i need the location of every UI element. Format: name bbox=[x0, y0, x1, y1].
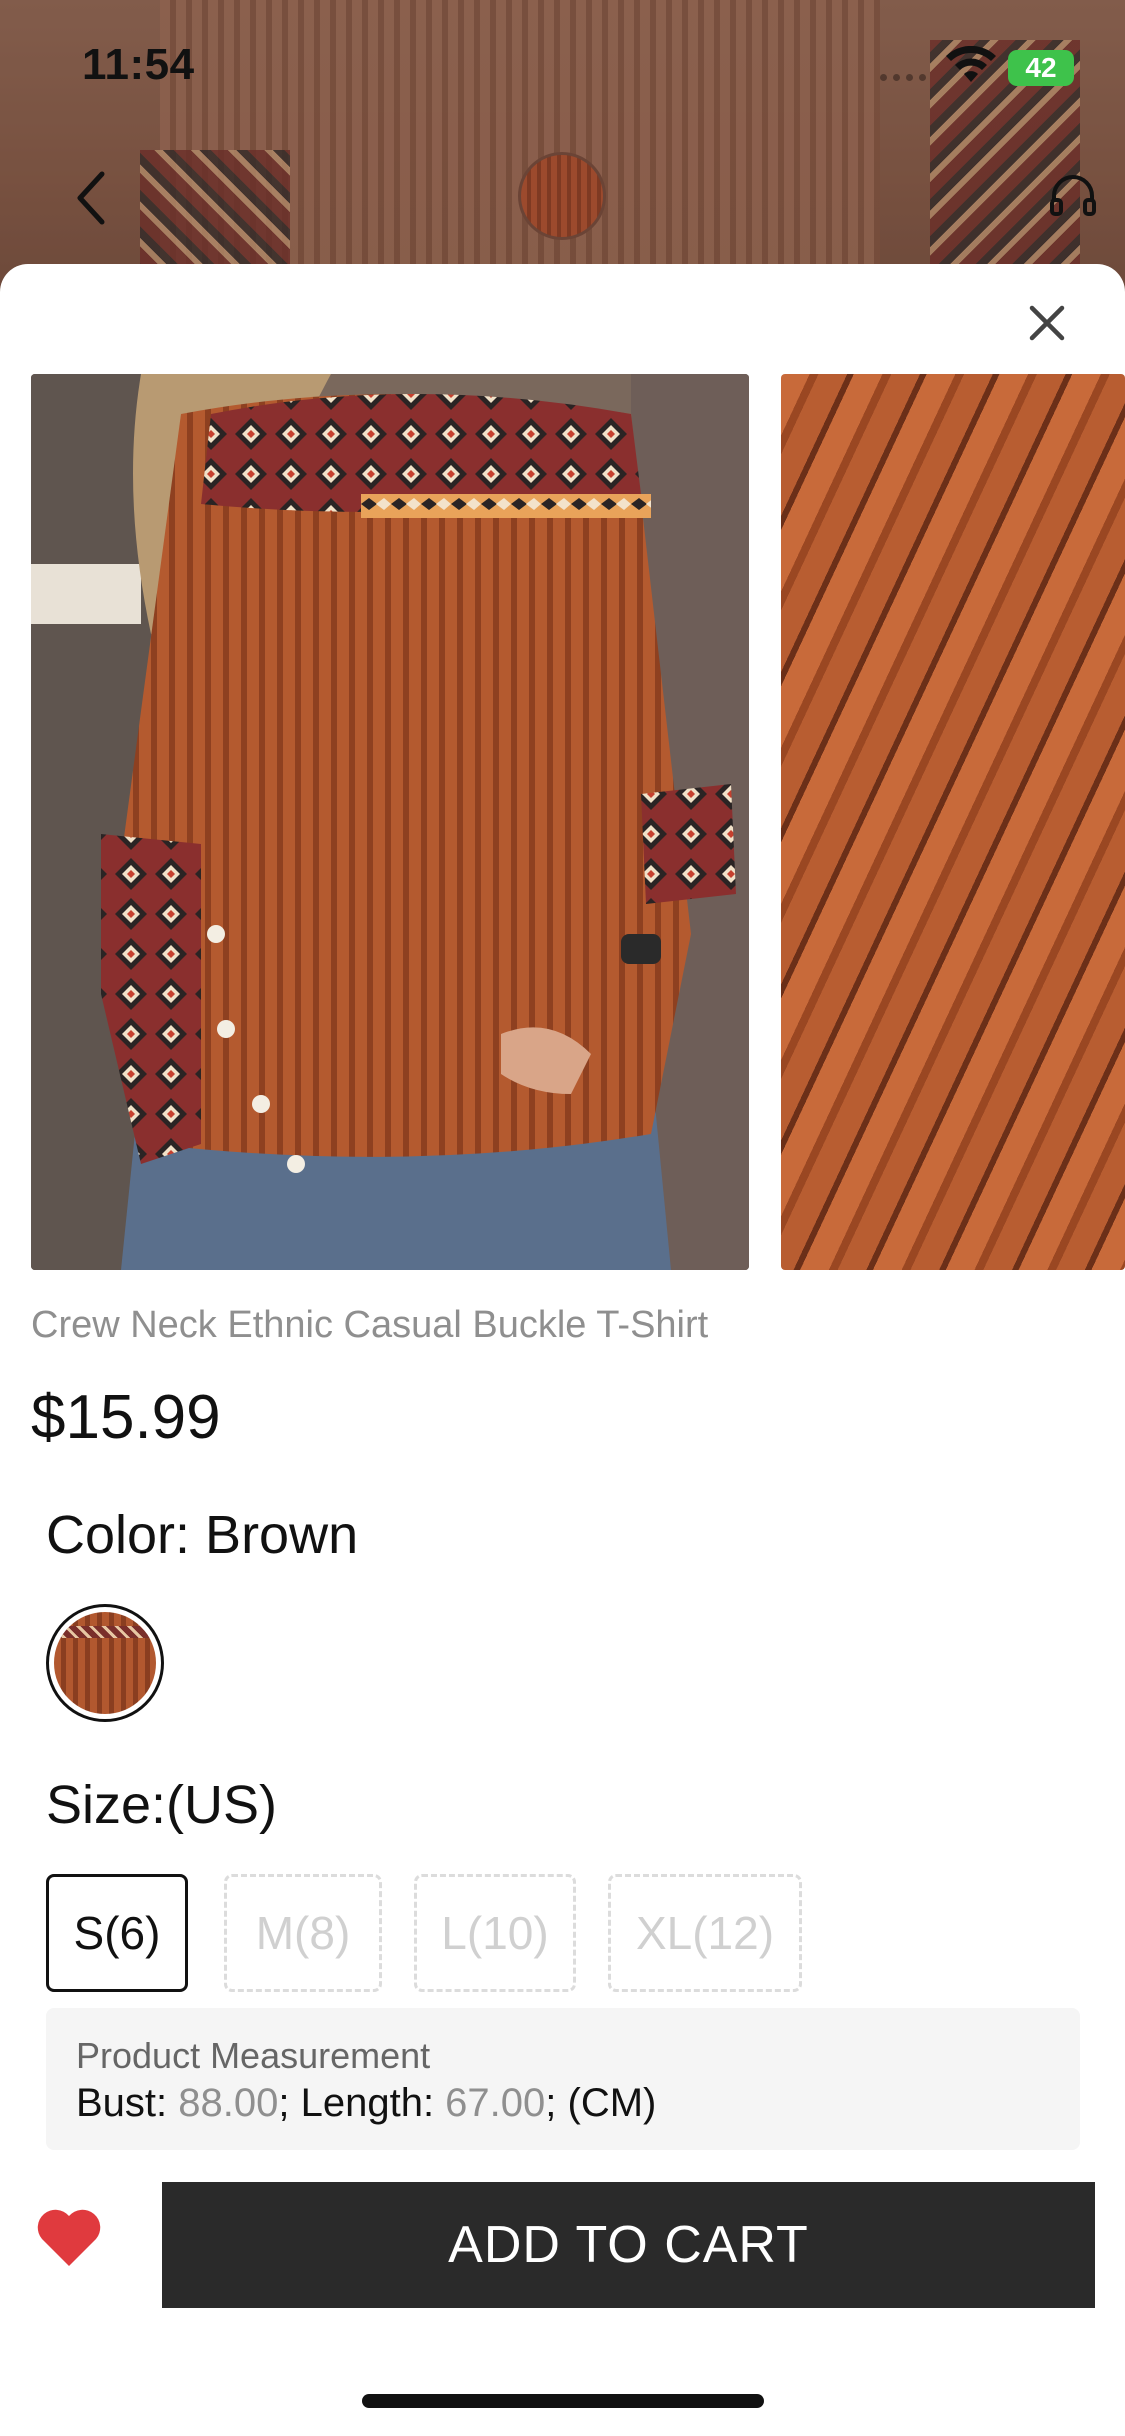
battery-level: 42 bbox=[1025, 52, 1057, 83]
product-measurement-box: Product Measurement Bust: 88.00; Length:… bbox=[46, 2008, 1080, 2150]
model-photo bbox=[31, 374, 749, 1270]
heart-icon[interactable] bbox=[34, 2206, 104, 2270]
close-icon[interactable] bbox=[1024, 300, 1070, 346]
size-option-s[interactable]: S(6) bbox=[46, 1874, 188, 1992]
product-thumbnail[interactable] bbox=[518, 152, 606, 240]
product-image-gallery[interactable] bbox=[31, 374, 1125, 1270]
size-option-m[interactable]: M(8) bbox=[224, 1874, 382, 1992]
bust-label: Bust: bbox=[76, 2081, 179, 2125]
length-value: 67.00 bbox=[445, 2081, 546, 2125]
measurement-title: Product Measurement bbox=[76, 2035, 431, 2076]
product-image-fabric-closeup[interactable] bbox=[781, 374, 1125, 1270]
status-time: 11:54 bbox=[82, 40, 195, 89]
color-swatch-brown[interactable] bbox=[46, 1604, 164, 1722]
product-image-model[interactable] bbox=[31, 374, 749, 1270]
status-bar: 11:54 42 bbox=[0, 0, 1125, 130]
add-to-cart-button[interactable]: ADD TO CART bbox=[162, 2182, 1095, 2308]
product-price: $15.99 bbox=[31, 1383, 221, 1452]
color-label: Color: Brown bbox=[46, 1505, 359, 1565]
back-icon[interactable] bbox=[70, 168, 114, 228]
product-title: Crew Neck Ethnic Casual Buckle T-Shirt bbox=[31, 1304, 709, 1346]
size-option-xl[interactable]: XL(12) bbox=[608, 1874, 802, 1992]
measurement-values: Bust: 88.00; Length: 67.00; (CM) bbox=[76, 2078, 1050, 2128]
wifi-icon bbox=[946, 46, 996, 82]
product-options-sheet: Crew Neck Ethnic Casual Buckle T-Shirt $… bbox=[0, 264, 1125, 2436]
home-indicator[interactable] bbox=[362, 2394, 764, 2408]
bust-value: 88.00 bbox=[178, 2081, 279, 2125]
headset-icon[interactable] bbox=[1048, 172, 1098, 222]
size-label: Size:(US) bbox=[46, 1775, 278, 1835]
length-label: ; Length: bbox=[278, 2081, 446, 2125]
signal-icon bbox=[880, 74, 926, 81]
measurement-unit: ; (CM) bbox=[545, 2081, 657, 2125]
size-option-l[interactable]: L(10) bbox=[414, 1874, 576, 1992]
battery-icon: 42 bbox=[1008, 50, 1074, 86]
background-product-page: 11:54 42 bbox=[0, 0, 1125, 300]
color-swatch-image bbox=[54, 1612, 156, 1714]
